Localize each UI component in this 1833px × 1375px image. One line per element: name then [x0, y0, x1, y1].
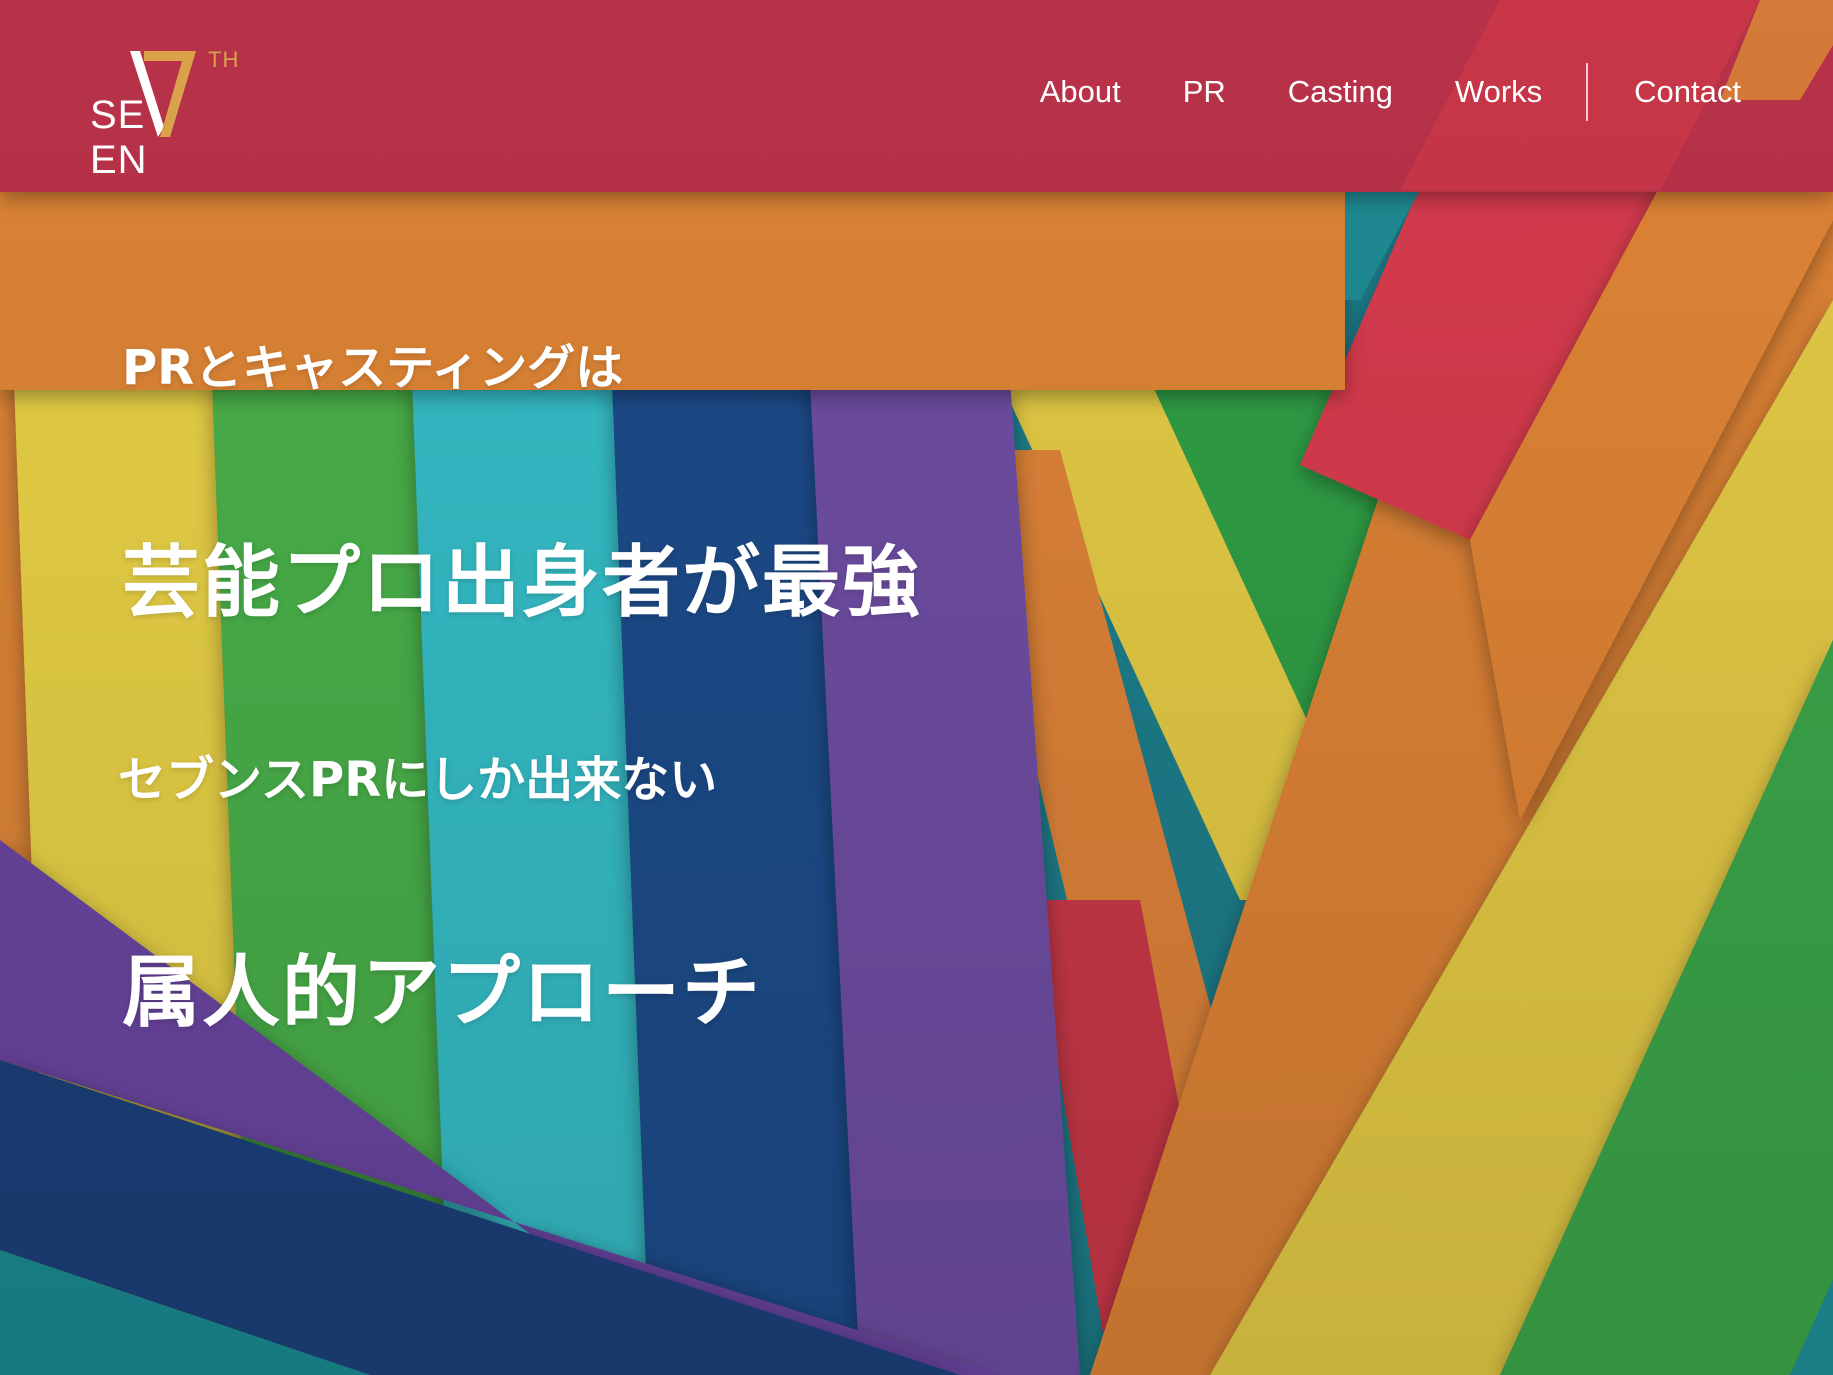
- nav-casting-link[interactable]: Casting: [1288, 74, 1393, 110]
- hero-line-3: セブンスPRにしか出来ない: [118, 752, 718, 808]
- main-nav: About PR Casting Works Contact: [1040, 63, 1741, 121]
- nav-about-link[interactable]: About: [1040, 74, 1121, 110]
- nav-divider: [1586, 63, 1589, 121]
- hero-line-1: PRとキャスティングは: [122, 340, 624, 396]
- logo-suffix: EN: [90, 138, 148, 182]
- logo-superscript: TH: [208, 47, 240, 72]
- hero-headline-2: 属人的アプローチ: [122, 948, 763, 1038]
- hero-headline-1: 芸能プロ出身者が最強: [122, 538, 923, 628]
- logo-wordmark: SEEN: [90, 93, 260, 183]
- site-header: TH SEEN About PR Casting Works Contact: [0, 0, 1833, 190]
- nav-works-link[interactable]: Works: [1455, 74, 1542, 110]
- logo-prefix: SE: [90, 93, 146, 137]
- hero-page: TH SEEN About PR Casting Works Contact P…: [0, 0, 1833, 1375]
- nav-pr-link[interactable]: PR: [1183, 74, 1226, 110]
- seventh-logo[interactable]: TH SEEN: [90, 45, 260, 182]
- nav-contact-link[interactable]: Contact: [1634, 74, 1741, 110]
- rainbow-stripes-background: [0, 0, 1833, 1375]
